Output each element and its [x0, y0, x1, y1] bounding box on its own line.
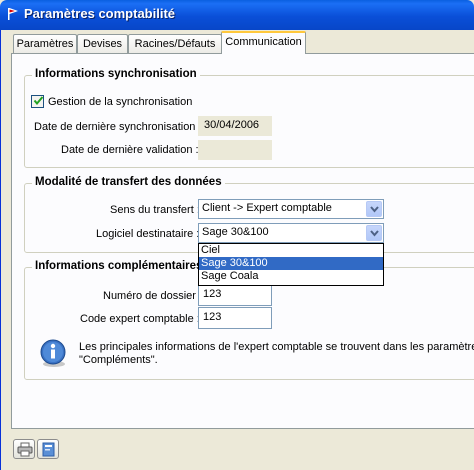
last-sync-value: 30/04/2006 [198, 116, 272, 136]
tab-parametres[interactable]: Paramètres [13, 34, 77, 53]
direction-dropdown-button[interactable] [366, 201, 382, 217]
group-title-transfert: Modalité de transfert des données [32, 176, 225, 188]
last-validation-value [198, 140, 272, 160]
group-title-synchronisation: Informations synchronisation [32, 68, 200, 80]
software-option-sage-coala[interactable]: Sage Coala [199, 270, 383, 283]
info-message: Les principales informations de l'expert… [79, 341, 474, 367]
printer-icon [17, 442, 33, 457]
tab-devises[interactable]: Devises [77, 34, 128, 53]
tab-communication[interactable]: Communication [221, 31, 306, 54]
last-sync-label: Date de dernière synchronisation : [34, 121, 202, 133]
chevron-down-icon [370, 230, 379, 237]
last-validation-label: Date de dernière validation : [61, 144, 199, 156]
title-bar[interactable]: Paramètres comptabilité [0, 0, 474, 30]
info-message-line1: Les principales informations de l'expert… [79, 341, 474, 353]
app-flag-icon [8, 8, 18, 20]
tab-racines-defauts[interactable]: Racines/Défauts [128, 34, 222, 53]
group-title-complementaires: Informations complémentaires [32, 260, 206, 272]
expert-code-label: Code expert comptable : [80, 313, 200, 325]
chevron-down-icon [370, 206, 379, 213]
software-option-sage-30-100[interactable]: Sage 30&100 [199, 257, 383, 270]
sync-checkbox-label[interactable]: Gestion de la synchronisation [48, 96, 192, 108]
help-icon [42, 442, 55, 457]
info-icon [40, 339, 66, 367]
folder-label: Numéro de dossier : [103, 290, 203, 302]
direction-label: Sens du transfert : [110, 204, 200, 216]
direction-select[interactable]: Client -> Expert comptable [198, 199, 384, 219]
software-label: Logiciel destinataire : [96, 228, 200, 240]
check-icon [33, 96, 44, 106]
software-option-ciel[interactable]: Ciel [199, 244, 383, 257]
info-message-line2: "Compléments". [79, 354, 158, 366]
software-select[interactable]: Sage 30&100 [198, 223, 384, 243]
print-button[interactable] [13, 439, 35, 459]
software-dropdown-button[interactable] [366, 225, 382, 241]
help-button[interactable] [37, 439, 59, 459]
direction-select-value: Client -> Expert comptable [202, 202, 332, 214]
sync-checkbox[interactable] [31, 95, 44, 108]
expert-code-input[interactable]: 123 [198, 307, 272, 329]
window-title: Paramètres comptabilité [24, 6, 176, 21]
folder-input[interactable]: 123 [198, 284, 272, 306]
software-dropdown-list[interactable]: Ciel Sage 30&100 Sage Coala [198, 243, 384, 286]
software-select-value: Sage 30&100 [202, 226, 269, 238]
